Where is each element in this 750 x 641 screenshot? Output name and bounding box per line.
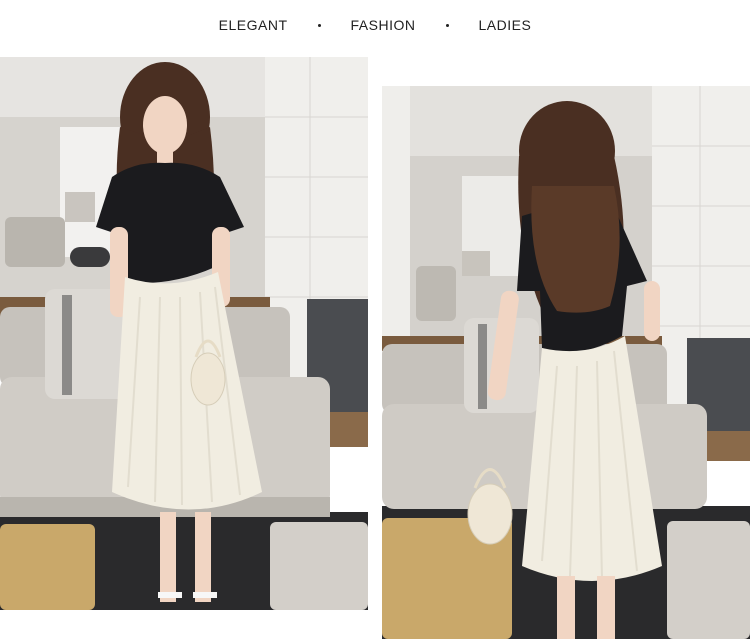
separator-dot	[317, 23, 321, 27]
product-photo-back	[382, 86, 750, 639]
separator-dot	[445, 23, 449, 27]
tagline-word-fashion: FASHION	[350, 17, 416, 33]
tagline-header: ELEGANT FASHION LADIES	[0, 0, 750, 50]
tagline-word-ladies: LADIES	[478, 17, 532, 33]
product-photo-front	[0, 57, 368, 610]
photo-back-illustration	[382, 86, 750, 639]
photo-front-illustration	[0, 57, 368, 610]
tagline-word-elegant: ELEGANT	[218, 17, 288, 33]
